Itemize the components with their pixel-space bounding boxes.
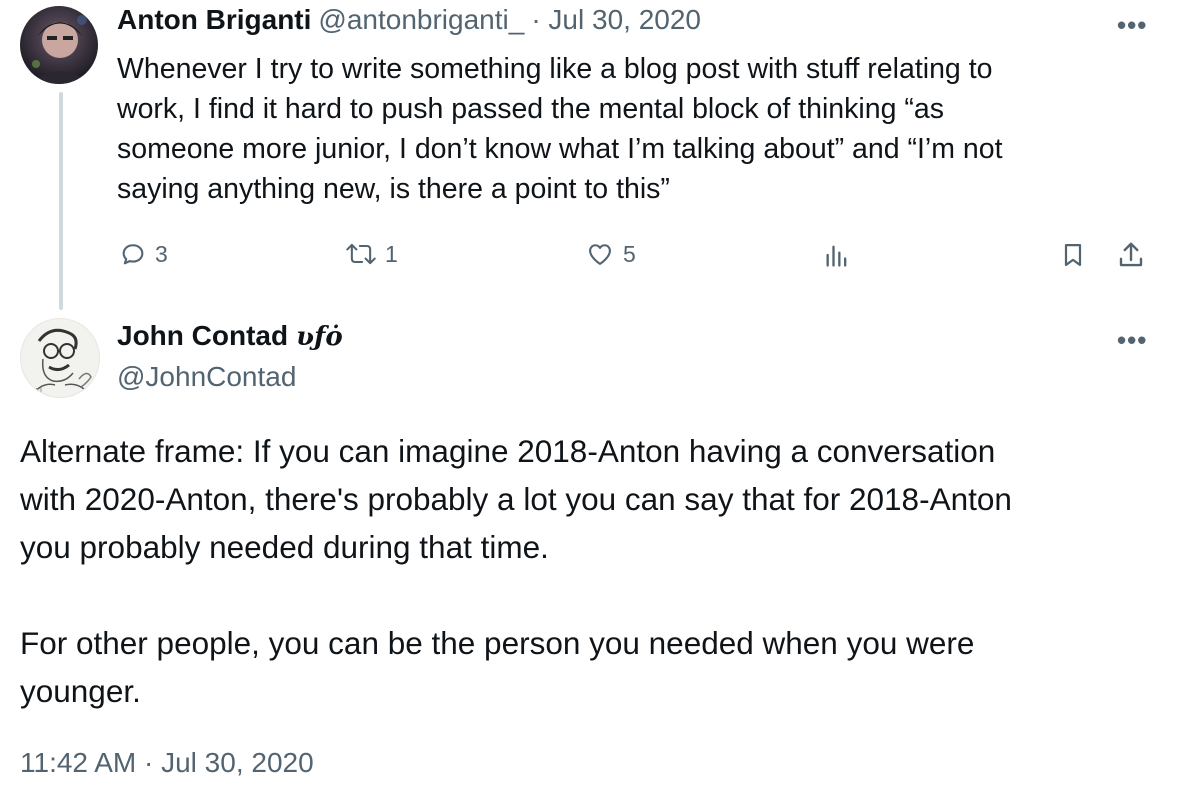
like-button[interactable]: 5: [585, 240, 636, 268]
more-options-button[interactable]: •••: [1117, 10, 1147, 41]
more-options-button[interactable]: •••: [1117, 325, 1147, 356]
share-icon: [1119, 242, 1143, 267]
share-button[interactable]: [1116, 240, 1146, 270]
retweet-button[interactable]: 1: [345, 240, 398, 268]
author-display-name[interactable]: John Contad: [117, 320, 288, 352]
tweet-timestamp[interactable]: 11:42 AM · Jul 30, 2020: [20, 747, 314, 779]
main-tweet-author: John Contad ʋƒȯ: [117, 320, 343, 352]
bookmark-button[interactable]: [1059, 240, 1087, 270]
avatar-john[interactable]: N: [20, 318, 100, 398]
heart-icon: [589, 244, 611, 265]
avatar-anton-image: [20, 6, 98, 84]
avatar-john-sketch: N: [29, 328, 93, 398]
parent-tweet-text: Whenever I try to write something like a…: [117, 53, 1003, 205]
reply-button[interactable]: 3: [119, 240, 168, 268]
avatar-anton[interactable]: [20, 6, 98, 84]
main-tweet-text: Alternate frame: If you can imagine 2018…: [20, 433, 1012, 709]
analytics-icon: [826, 245, 847, 267]
author-display-name[interactable]: Anton Briganti: [117, 4, 311, 36]
like-count: 5: [623, 240, 636, 267]
author-handle[interactable]: @JohnContad: [117, 361, 296, 393]
name-emoji-glyphs: ʋƒȯ: [296, 322, 343, 352]
reply-icon: [122, 244, 144, 265]
thread-connector-line: [59, 92, 63, 310]
parent-tweet-header: Anton Briganti @antonbriganti_ · Jul 30,…: [117, 4, 701, 36]
retweet-count: 1: [385, 240, 398, 267]
retweet-icon: [346, 243, 376, 265]
author-handle[interactable]: @antonbriganti_: [318, 4, 524, 36]
svg-text:N: N: [35, 387, 42, 398]
tweet-date[interactable]: · Jul 30, 2020: [531, 4, 701, 36]
views-button[interactable]: [822, 241, 852, 269]
bookmark-icon: [1064, 243, 1082, 267]
reply-count: 3: [155, 240, 168, 267]
